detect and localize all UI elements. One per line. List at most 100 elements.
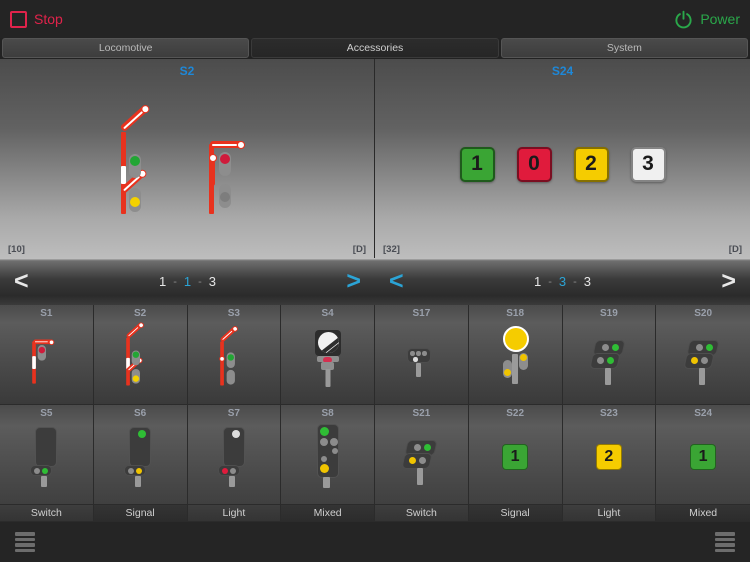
tab-bar: Locomotive Accessories System xyxy=(0,38,750,58)
accessory-tile-s20[interactable]: S20 xyxy=(656,305,750,405)
tile-art-s22: 1 xyxy=(469,421,562,493)
tile-art-s5 xyxy=(0,421,93,493)
panel-left-stage xyxy=(0,89,374,239)
panel-right[interactable]: S24 1 0 2 3 [32] [D] xyxy=(375,59,750,258)
semaphore-icon xyxy=(120,321,160,386)
accessory-tile-s21[interactable]: S21 Switch xyxy=(375,405,469,522)
stop-square-icon xyxy=(10,10,27,28)
pager-left: < 1 - 1 - 3 > xyxy=(0,258,375,305)
pager-right-prev-button[interactable]: < xyxy=(389,269,404,294)
tile-art-s1 xyxy=(0,321,93,393)
stop-label: Stop xyxy=(34,11,63,27)
tile-label-s23: S23 xyxy=(599,408,618,419)
semaphore-signal-b[interactable] xyxy=(200,114,262,214)
accessory-tile-s5[interactable]: S5 Switch xyxy=(0,405,94,522)
tile-label-s21: S21 xyxy=(412,408,431,419)
bottom-bar xyxy=(0,522,750,562)
tab-locomotive[interactable]: Locomotive xyxy=(2,38,250,58)
tile-art-s3 xyxy=(188,321,281,393)
tile-label-s18: S18 xyxy=(506,308,525,319)
semaphore-signal-a[interactable] xyxy=(112,103,174,214)
accessory-tile-s6[interactable]: S6 Signal xyxy=(93,405,188,522)
tab-accessories[interactable]: Accessories xyxy=(251,38,499,58)
tile-label-s24: S24 xyxy=(694,408,713,419)
accessory-tile-s2[interactable]: S2 xyxy=(93,305,188,405)
tile-label-s20: S20 xyxy=(694,308,713,319)
pager-right-first: 1 xyxy=(533,274,542,289)
pager-right: < 1 - 3 - 3 > xyxy=(375,258,750,305)
tile-art-s7 xyxy=(188,421,281,493)
tile-art-s18 xyxy=(469,321,562,393)
accessory-tile-s19[interactable]: S19 xyxy=(562,305,657,405)
plate-0[interactable]: 0 xyxy=(516,146,552,182)
stop-button[interactable]: Stop xyxy=(10,10,63,28)
accessory-tile-s18[interactable]: S18 xyxy=(468,305,563,405)
pager-right-indicator: 1 - 3 - 3 xyxy=(534,274,591,289)
pager-left-indicator: 1 - 1 - 3 xyxy=(159,274,216,289)
accessory-tile-s17[interactable]: S17 xyxy=(375,305,469,405)
plate-2[interactable]: 2 xyxy=(573,146,609,182)
plate-3[interactable]: 3 xyxy=(630,146,666,182)
pager-right-current: 3 xyxy=(558,274,567,289)
pager-left-sep1: - xyxy=(173,275,177,288)
pager-right-sep2: - xyxy=(573,275,577,288)
plate-1[interactable]: 1 xyxy=(459,146,495,182)
pager-left-prev-button[interactable]: < xyxy=(14,269,29,294)
tile-label-s2: S2 xyxy=(134,308,147,319)
grid-list-icon-left[interactable] xyxy=(12,529,38,555)
power-label: Power xyxy=(700,11,740,27)
accessory-tile-s24[interactable]: S24 1 Mixed xyxy=(656,405,750,522)
power-button[interactable]: Power xyxy=(674,10,740,29)
big-yellow-signal-icon xyxy=(495,326,535,388)
semaphore-icon xyxy=(26,328,66,385)
light-signal-icon xyxy=(24,425,68,489)
panel-right-stage: 1 0 2 3 xyxy=(375,89,750,239)
tile-label-s19: S19 xyxy=(599,308,618,319)
pager-right-sep1: - xyxy=(548,275,552,288)
panel-right-corner-right: [D] xyxy=(728,244,742,255)
tile-art-s6 xyxy=(94,421,187,493)
pager-left-current: 1 xyxy=(183,274,192,289)
tile-art-s19 xyxy=(563,321,656,393)
tile-foot-s22: Signal xyxy=(468,504,562,521)
panel-right-corner-left: [32] xyxy=(383,244,400,255)
accessory-tile-s1[interactable]: S1 xyxy=(0,305,94,405)
accessory-grid: S1 S2 S3 S4 S17 S18 S19 S20 S5 Switch S6… xyxy=(0,305,750,522)
tile-art-s23: 2 xyxy=(563,421,656,493)
tile-label-s8: S8 xyxy=(321,408,334,419)
panel-left[interactable]: S2 [10] [D] xyxy=(0,59,375,258)
panel-left-corner-right: [D] xyxy=(352,244,366,255)
accessory-tile-s7[interactable]: S7 Light xyxy=(187,405,282,522)
pager-right-next-button[interactable]: > xyxy=(721,269,736,294)
accessory-tile-s23[interactable]: S23 2 Light xyxy=(562,405,657,522)
mixed-signal-icon xyxy=(306,424,350,490)
pager-left-last: 3 xyxy=(208,274,217,289)
tile-art-s4 xyxy=(281,321,374,393)
light-signal-icon xyxy=(118,425,162,489)
tile-foot-s6: Signal xyxy=(93,504,187,521)
accessory-tile-s3[interactable]: S3 xyxy=(187,305,282,405)
accessory-tile-s8[interactable]: S8 Mixed xyxy=(281,405,375,522)
light-signal-icon xyxy=(212,425,256,489)
accessory-grid-row-2: S5 Switch S6 Signal S7 Light S8 Mixed S2… xyxy=(0,405,750,522)
accessory-grid-row-1: S1 S2 S3 S4 S17 S18 S19 S20 xyxy=(0,305,750,405)
tile-foot-s23: Light xyxy=(562,504,656,521)
tile-label-s5: S5 xyxy=(40,408,53,419)
tab-system[interactable]: System xyxy=(500,38,748,58)
dwarf-signal-icon xyxy=(586,328,632,386)
tile-foot-s5: Switch xyxy=(0,504,93,521)
panel-right-title: S24 xyxy=(551,64,574,78)
accessory-tile-s4[interactable]: S4 xyxy=(281,305,375,405)
app-root: Stop Power Locomotive Accessories System… xyxy=(0,0,750,562)
plate-group: 1 0 2 3 xyxy=(459,146,666,182)
plate-icon: 2 xyxy=(595,444,622,470)
pager-left-next-button[interactable]: > xyxy=(346,269,361,294)
tile-foot-s24: Mixed xyxy=(656,504,750,521)
plate-icon: 1 xyxy=(502,444,529,470)
grid-list-icon-right[interactable] xyxy=(712,529,738,555)
accessory-tile-s22[interactable]: S22 1 Signal xyxy=(468,405,563,522)
tile-art-s20 xyxy=(656,321,750,393)
round-sign-icon xyxy=(308,326,348,388)
dwarf-signal-icon xyxy=(398,428,444,486)
tile-foot-s21: Switch xyxy=(375,504,468,521)
